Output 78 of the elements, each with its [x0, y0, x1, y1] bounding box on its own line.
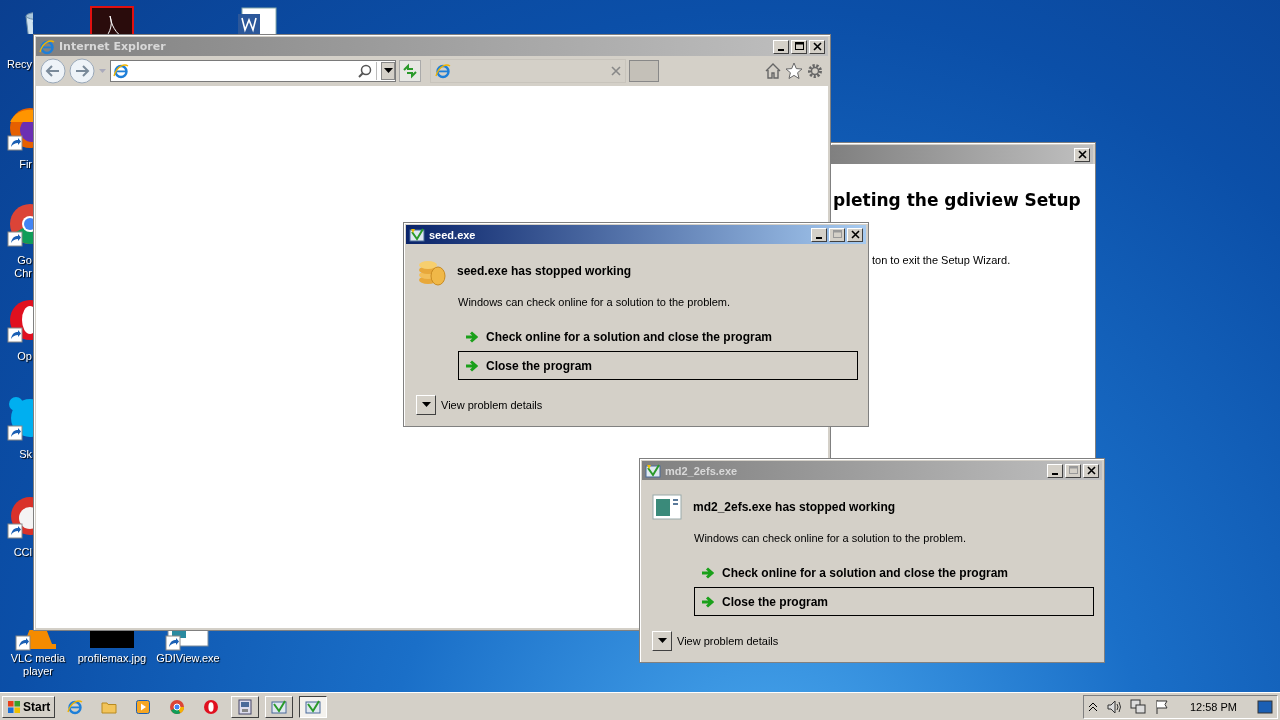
arrow-icon — [465, 329, 478, 344]
forward-button[interactable] — [69, 58, 95, 84]
minimize-icon — [1052, 472, 1058, 475]
chrome-icon — [169, 698, 186, 715]
program-icon — [305, 698, 322, 715]
arrow-icon — [465, 358, 478, 373]
close-icon — [810, 40, 824, 53]
program-icon — [645, 462, 661, 479]
dropdown-button[interactable] — [381, 62, 395, 80]
taskbar-button[interactable] — [299, 695, 328, 718]
window-title: Internet Explorer — [59, 40, 166, 53]
installer-icon — [237, 698, 254, 715]
desktop-icon-label[interactable]: Sk — [0, 448, 32, 461]
close-icon — [848, 228, 862, 241]
maximize-icon — [1066, 464, 1080, 477]
network-icon[interactable] — [1129, 698, 1146, 715]
settings-icon[interactable] — [806, 62, 824, 80]
document-icon[interactable] — [90, 6, 134, 34]
close-button[interactable] — [847, 227, 863, 242]
window-title: md2_2efs.exe — [665, 464, 738, 477]
dialog-heading: seed.exe has stopped working — [457, 264, 632, 278]
minimize-icon — [816, 236, 822, 239]
opera-icon — [203, 698, 220, 715]
start-button[interactable]: Start — [2, 695, 56, 718]
flag-icon[interactable] — [1153, 698, 1170, 715]
expand-button[interactable] — [652, 631, 672, 651]
desktop-icon-label[interactable]: Fir — [0, 158, 32, 171]
desktop-icon-label[interactable]: GDIView.exe — [150, 652, 226, 665]
clock[interactable]: 12:58 PM — [1189, 700, 1237, 713]
command-link[interactable]: Close the program — [458, 351, 858, 380]
arrow-icon — [701, 594, 714, 609]
dialog-message: Windows can check online for a solution to the problem. — [458, 296, 732, 308]
desktop-icon-label[interactable]: CCl — [0, 546, 32, 559]
dialog-message: Windows can check online for a solution to the problem. — [694, 532, 968, 544]
star-icon[interactable] — [785, 62, 803, 80]
maximize-icon — [792, 40, 806, 53]
close-icon — [1084, 464, 1098, 477]
chevron-up-icon[interactable] — [1087, 701, 1098, 712]
app-window-icon — [652, 492, 682, 522]
command-link[interactable]: Check online for a solution and close the program — [694, 558, 1094, 587]
skype-icon[interactable] — [6, 394, 33, 442]
desktop-icon-label[interactable]: profilemax.jpg — [74, 652, 150, 665]
desktop-icon-label[interactable]: Op — [0, 350, 32, 363]
back-button[interactable] — [40, 58, 66, 84]
minimize-icon — [778, 48, 784, 51]
desktop-icon-label[interactable]: Recy — [0, 58, 32, 71]
program-icon — [409, 226, 425, 243]
program-icon — [271, 698, 288, 715]
command-link[interactable]: Close the program — [694, 587, 1094, 616]
wizard-heading: pleting the gdiview Setup — [833, 190, 1082, 210]
caret-icon — [657, 638, 667, 644]
command-link[interactable]: Check online for a solution and close the program — [458, 322, 858, 351]
close-icon — [1075, 148, 1089, 161]
page-icon — [435, 63, 451, 79]
window-title: seed.exe — [429, 228, 476, 241]
address-bar[interactable] — [110, 60, 396, 82]
maximize-button[interactable] — [829, 227, 845, 242]
show-desktop-icon[interactable] — [1257, 699, 1273, 714]
details-label[interactable]: View problem details — [677, 635, 779, 647]
home-icon[interactable] — [764, 62, 782, 80]
caret-icon — [383, 68, 393, 74]
expand-button[interactable] — [416, 395, 436, 415]
browser-icon — [67, 698, 84, 715]
desktop-icon-label[interactable]: Go Chr — [0, 254, 32, 280]
desktop-icon-label[interactable]: VLC media player — [0, 652, 76, 678]
details-label[interactable]: View problem details — [441, 399, 543, 411]
caret-icon — [421, 402, 431, 408]
arrow-icon — [701, 565, 714, 580]
wizard-text: ton to exit the Setup Wizard. — [872, 254, 1011, 266]
dialog-heading: md2_2efs.exe has stopped working — [693, 500, 896, 514]
minimize-button[interactable] — [811, 227, 827, 242]
browser-logo-icon — [39, 38, 55, 55]
maximize-icon — [830, 228, 844, 241]
windows-logo-icon — [7, 699, 21, 714]
media-player-icon — [135, 698, 152, 715]
volume-icon[interactable] — [1105, 698, 1122, 715]
search-icon[interactable] — [358, 64, 372, 78]
page-icon — [113, 63, 129, 79]
